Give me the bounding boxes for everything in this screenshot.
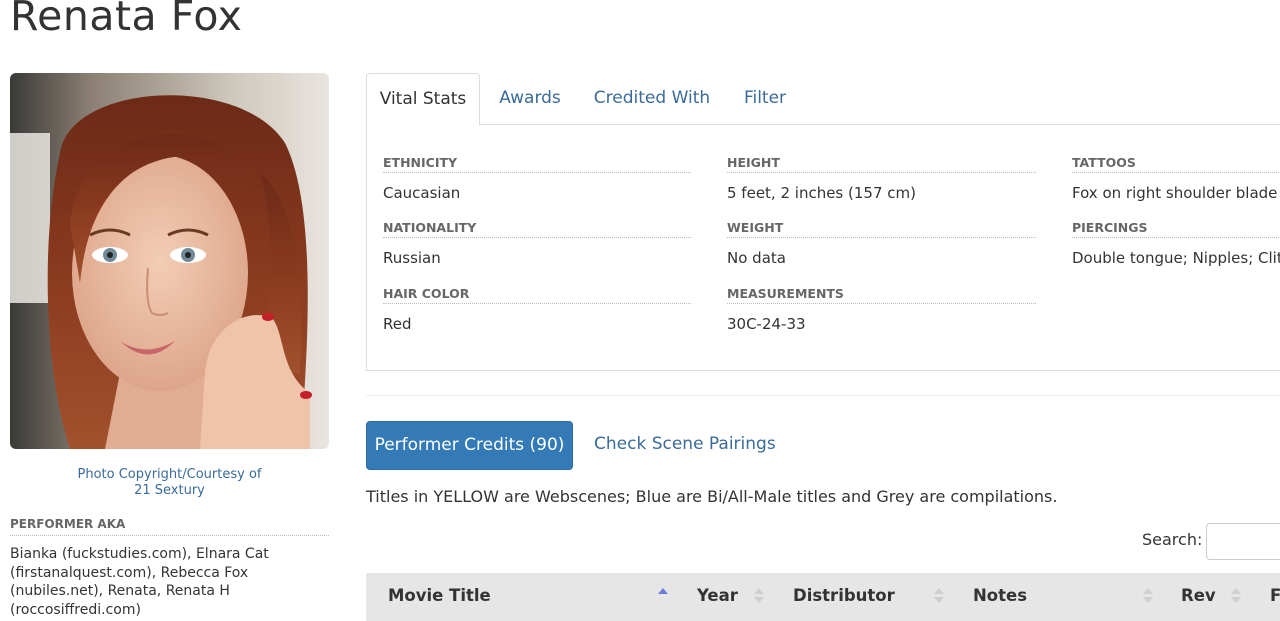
hair-color-label: HAIR COLOR bbox=[383, 286, 691, 304]
column-header-distributor[interactable]: Distributor bbox=[793, 573, 895, 621]
tattoos-value: Fox on right shoulder blade bbox=[1072, 184, 1278, 202]
check-scene-pairings-link[interactable]: Check Scene Pairings bbox=[594, 421, 776, 470]
tab-awards[interactable]: Awards bbox=[488, 73, 572, 125]
weight-label: WEIGHT bbox=[727, 220, 1036, 238]
height-label: HEIGHT bbox=[727, 155, 1036, 173]
weight-value: No data bbox=[727, 249, 786, 267]
measurements-label: MEASUREMENTS bbox=[727, 286, 1036, 304]
tattoos-label: TATTOOS bbox=[1072, 155, 1280, 173]
performer-photo[interactable] bbox=[10, 73, 329, 449]
column-header-rev[interactable]: Rev bbox=[1181, 573, 1216, 621]
measurements-value: 30C-24-33 bbox=[727, 315, 806, 333]
performer-aka-text: Bianka (fuckstudies.com), Elnara Cat (fi… bbox=[10, 546, 269, 618]
height-value: 5 feet, 2 inches (157 cm) bbox=[727, 184, 916, 202]
photo-credit-link[interactable]: 21 Sextury bbox=[134, 483, 205, 498]
sort-both-icon[interactable] bbox=[934, 586, 944, 606]
ethnicity-label: ETHNICITY bbox=[383, 155, 691, 173]
page-title: Renata Fox bbox=[10, 0, 243, 40]
photo-credit-text: Photo Copyright/Courtesy of bbox=[77, 467, 262, 482]
nationality-value: Russian bbox=[383, 249, 441, 267]
hair-color-value: Red bbox=[383, 315, 412, 333]
column-header-movie-title[interactable]: Movie Title bbox=[388, 573, 491, 621]
column-header-notes[interactable]: Notes bbox=[973, 573, 1027, 621]
credits-table-header: Movie Title Year Distributor Notes Rev F bbox=[366, 573, 1280, 621]
section-divider bbox=[366, 395, 1280, 396]
sort-both-icon[interactable] bbox=[1231, 586, 1241, 606]
title-color-legend: Titles in YELLOW are Webscenes; Blue are… bbox=[366, 487, 1058, 506]
tab-vital-stats[interactable]: Vital Stats bbox=[366, 73, 480, 126]
performer-credits-button[interactable]: Performer Credits (90) bbox=[366, 421, 573, 470]
column-header-year[interactable]: Year bbox=[697, 573, 738, 621]
search-label: Search: bbox=[1142, 530, 1203, 549]
nationality-label: NATIONALITY bbox=[383, 220, 691, 238]
performer-tabs: Vital Stats Awards Credited With Filter bbox=[366, 73, 1280, 126]
piercings-value: Double tongue; Nipples; Clit bbox=[1072, 249, 1280, 267]
column-header-f[interactable]: F bbox=[1270, 573, 1280, 621]
vital-stats-panel: ETHNICITY Caucasian NATIONALITY Russian … bbox=[366, 124, 1280, 371]
performer-portrait-image bbox=[10, 73, 329, 449]
tab-credited-with[interactable]: Credited With bbox=[586, 73, 718, 125]
sort-ascending-icon[interactable] bbox=[658, 586, 668, 606]
piercings-label: PIERCINGS bbox=[1072, 220, 1280, 238]
performer-aka-label: PERFORMER AKA bbox=[10, 517, 329, 536]
search-input[interactable] bbox=[1206, 523, 1280, 560]
ethnicity-value: Caucasian bbox=[383, 184, 461, 202]
sort-both-icon[interactable] bbox=[1143, 586, 1153, 606]
sort-both-icon[interactable] bbox=[754, 586, 764, 606]
tab-filter[interactable]: Filter bbox=[732, 73, 798, 125]
photo-credit: Photo Copyright/Courtesy of 21 Sextury bbox=[10, 467, 329, 499]
